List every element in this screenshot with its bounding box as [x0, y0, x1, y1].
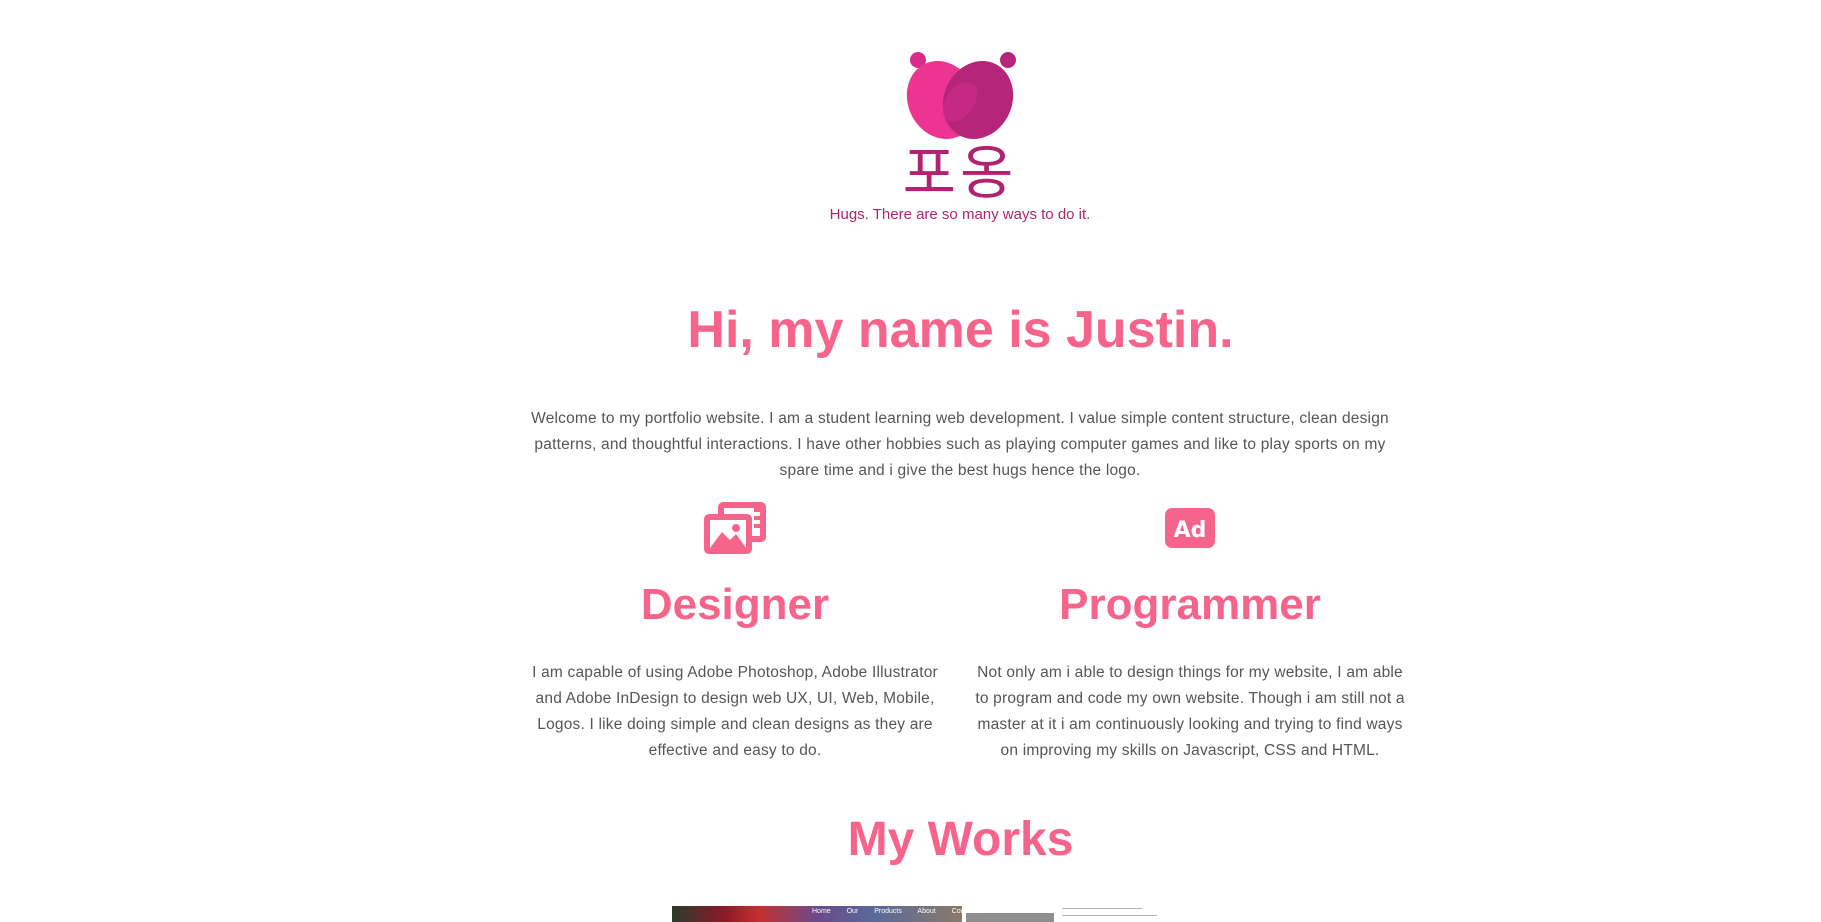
work-thumbnail[interactable]: ———————————————— ———————————————————: [1058, 906, 1258, 922]
skill-designer: Designer I am capable of using Adobe Pho…: [520, 500, 950, 764]
skill-title: Designer: [640, 580, 830, 629]
work-thumbnail[interactable]: Home Our Products About Contact Us: [672, 906, 1000, 922]
site-logo[interactable]: 포옹 Hugs. There are so many ways to do it…: [820, 50, 1100, 230]
ad-badge-icon: Ad: [1165, 508, 1215, 548]
skill-description: I am capable of using Adobe Photoshop, A…: [532, 664, 938, 759]
heart-logo-icon: [906, 52, 1016, 139]
works-section-title: My Works: [847, 813, 1074, 866]
thumbnail-text-lines: ———————————————— ———————————————————: [1062, 906, 1157, 919]
ad-badge-text: Ad: [1174, 518, 1207, 543]
page: 포옹 Hugs. There are so many ways to do it…: [0, 0, 1821, 922]
logo-tagline: Hugs. There are so many ways to do it.: [829, 206, 1091, 223]
skill-programmer: Ad Programmer Not only am i able to desi…: [975, 500, 1405, 764]
hero-title: Hi, my name is Justin.: [687, 301, 1234, 359]
thumbnail-nav-text: Home Our Products About Contact Us: [812, 908, 1001, 915]
logo-hangul-text: 포옹: [902, 139, 1018, 207]
image-gallery-icon: [704, 502, 766, 554]
works-gallery: Home Our Products About Contact Us —————…: [672, 906, 1258, 922]
skill-title: Programmer: [1059, 580, 1321, 629]
intro-paragraph: Welcome to my portfolio website. I am a …: [531, 409, 1389, 479]
skill-description: Not only am i able to design things for …: [975, 664, 1405, 759]
